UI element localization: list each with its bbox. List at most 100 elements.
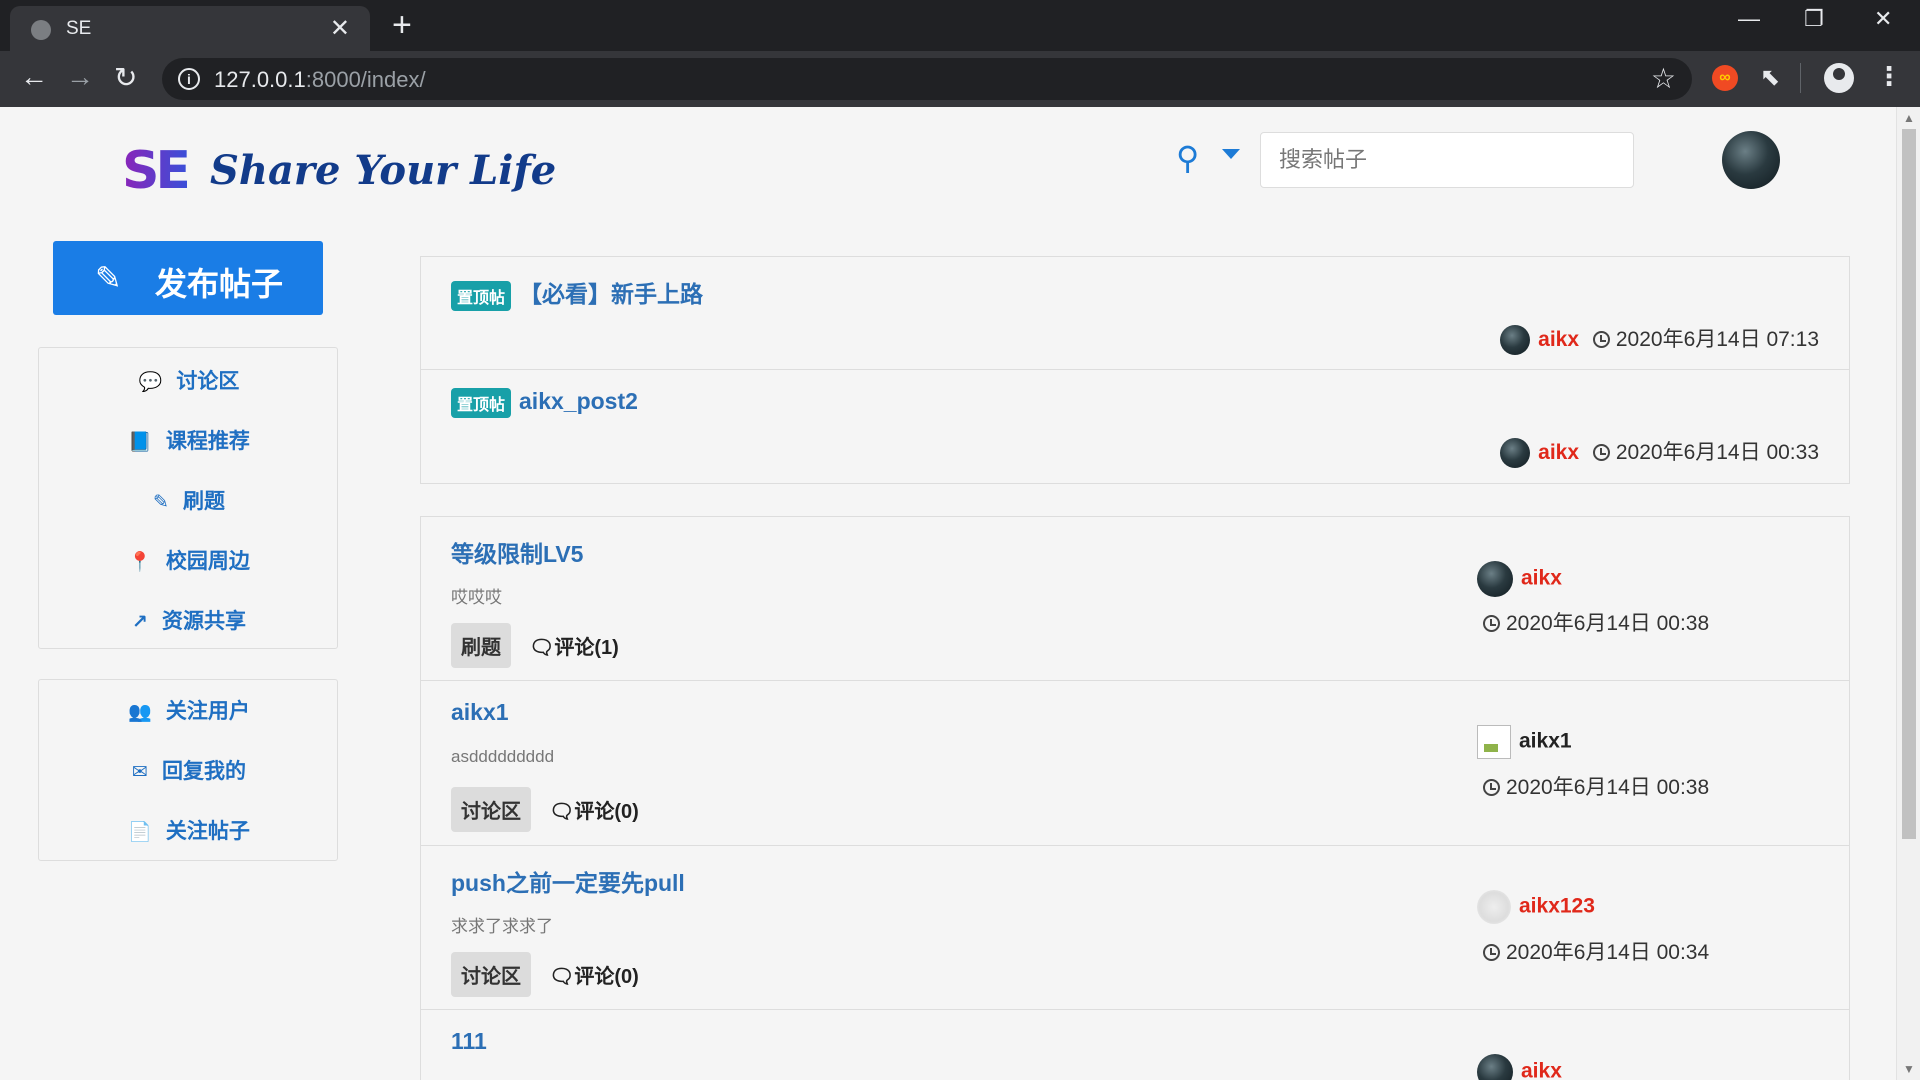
post-meta: aikx 2020年6月14日 07:13 [1500,323,1819,356]
scrollbar-thumb[interactable] [1902,129,1916,839]
clock-icon [1592,331,1610,348]
menu-item-courses[interactable]: 📘 课程推荐 [39,422,339,462]
broken-image-icon[interactable] [1477,725,1511,759]
comments-count: 评论(0) [574,966,639,988]
close-window-button[interactable]: ✕ [1874,6,1892,32]
file-icon: 📄 [128,822,152,843]
info-icon[interactable]: i [178,68,200,90]
profile-icon[interactable] [1824,63,1854,93]
menu-item-resources[interactable]: ↗ 资源共享 [39,602,339,642]
author-link[interactable]: aikx [1521,1060,1562,1080]
post-title-link[interactable]: aikx1 [451,699,509,726]
page-content: SE Share Your Life ⚲ ✎ 发布帖子 💬 讨论区 📘 课程推荐 ✎… [0,107,1896,1080]
bookmark-star-icon[interactable]: ☆ [1651,62,1676,95]
author-avatar[interactable] [1477,1054,1513,1080]
close-tab-icon[interactable]: ✕ [330,14,350,43]
scroll-up-icon[interactable]: ▲ [1903,111,1915,125]
author-avatar[interactable] [1477,890,1511,924]
post-author: aikx [1477,1054,1562,1080]
new-tab-button[interactable]: + [392,6,412,45]
post-row[interactable]: aikx1 asddddddddd 讨论区 🗨评论(0) aikx1 2020年… [421,681,1849,846]
menu-item-label: 校园周边 [165,550,250,573]
author-link[interactable]: aikx [1538,328,1579,351]
comments-link[interactable]: 🗨评论(1) [529,631,619,660]
post-title-link[interactable]: push之前一定要先pull [451,864,685,898]
author-link[interactable]: aikx [1521,567,1562,590]
scroll-down-icon[interactable]: ▼ [1903,1062,1915,1076]
book-icon: 📘 [128,432,152,453]
menu-item-label: 回复我的 [161,760,246,783]
comments-link[interactable]: 🗨评论(0) [549,960,639,989]
comment-icon: 🗨 [549,966,575,988]
pinned-post-row[interactable]: 置顶帖 aikx_post2 aikx 2020年6月14日 00:33 [421,370,1849,484]
posts-panel: 等级限制LV5 哎哎哎 刷题 🗨评论(1) aikx 2020年6月14日 00… [420,516,1850,1080]
post-author: aikx [1477,561,1562,597]
post-title-link[interactable]: 置顶帖 【必看】新手上路 [451,275,703,311]
url-text[interactable]: 127.0.0.1:8000/index/ [214,67,426,93]
author-avatar[interactable] [1500,325,1531,356]
menu-item-discussion[interactable]: 💬 讨论区 [39,362,339,402]
publish-post-label: 发布帖子 [155,266,284,302]
author-link[interactable]: aikx123 [1519,895,1595,918]
author-link[interactable]: aikx [1538,441,1579,464]
menu-kebab-icon[interactable]: ⋮ [1876,61,1902,92]
browser-tab-bar: SE ✕ + — ❐ ✕ [0,0,1920,51]
comments-icon: 💬 [138,372,163,393]
comments-link[interactable]: 🗨评论(0) [549,795,639,824]
edit-icon: ✎ [153,492,169,513]
author-link[interactable]: aikx1 [1519,730,1572,753]
category-tag[interactable]: 讨论区 [451,952,531,997]
publish-post-button[interactable]: ✎ 发布帖子 [53,241,323,315]
cursor-extension-icon[interactable]: ⬉ [1760,63,1780,92]
menu-item-campus[interactable]: 📍 校园周边 [39,542,339,582]
author-avatar[interactable] [1477,561,1513,597]
post-meta: aikx 2020年6月14日 00:33 [1500,436,1819,469]
restore-button[interactable]: ❐ [1804,6,1824,32]
post-author: aikx1 [1477,725,1572,759]
post-title-link[interactable]: 置顶帖 aikx_post2 [451,388,638,418]
post-excerpt: 求求了求求了 [451,917,553,936]
reload-icon[interactable]: ↻ [114,61,137,94]
menu-item-replies[interactable]: ✉ 回复我的 [39,752,339,792]
menu-item-followed-users[interactable]: 👥 关注用户 [39,692,339,732]
post-row[interactable]: 等级限制LV5 哎哎哎 刷题 🗨评论(1) aikx 2020年6月14日 00… [421,517,1849,681]
menu-item-label: 关注用户 [165,700,250,723]
page-scrollbar[interactable]: ▲ ▼ [1896,107,1920,1080]
post-time-meta: 2020年6月14日 00:38 [1483,607,1709,637]
clock-icon [1483,779,1500,796]
comment-icon: 🗨 [529,637,555,659]
clock-icon [1483,944,1500,961]
author-avatar[interactable] [1500,438,1531,469]
logo-tagline[interactable]: Share Your Life [210,147,556,194]
menu-item-label: 讨论区 [176,370,240,393]
menu-item-practice[interactable]: ✎ 刷题 [39,482,339,522]
post-time: 2020年6月14日 00:33 [1615,441,1819,464]
menu-item-followed-posts[interactable]: 📄 关注帖子 [39,812,339,852]
post-row[interactable]: push之前一定要先pull 求求了求求了 讨论区 🗨评论(0) aikx123… [421,846,1849,1010]
users-icon: 👥 [128,702,152,723]
minimize-button[interactable]: — [1738,6,1760,32]
comments-count: 评论(1) [554,637,619,659]
search-input[interactable] [1260,132,1634,188]
logo-mark[interactable]: SE [122,141,191,201]
pinned-badge: 置顶帖 [451,280,512,311]
search-icon[interactable]: ⚲ [1176,139,1199,177]
category-tag[interactable]: 讨论区 [451,787,531,832]
post-title-link[interactable]: 111 [451,1028,487,1055]
extension-icon[interactable]: ∞ [1712,65,1738,91]
post-title: aikx_post2 [519,388,638,415]
post-time-meta: 2020年6月14日 00:38 [1483,771,1709,801]
url-path: :8000/index/ [305,67,426,92]
post-title-link[interactable]: 等级限制LV5 [451,535,583,569]
back-arrow-icon[interactable]: ← [20,61,48,93]
forward-arrow-icon[interactable]: → [66,61,94,93]
url-host: 127.0.0.1 [214,67,306,92]
browser-tab[interactable]: SE ✕ [10,6,370,51]
address-bar[interactable]: i 127.0.0.1:8000/index/ ☆ [162,58,1692,100]
envelope-icon: ✉ [132,762,148,783]
chevron-down-icon[interactable] [1222,149,1240,159]
category-tag[interactable]: 刷题 [451,623,511,668]
post-row[interactable]: 111 aikx [421,1010,1849,1080]
user-avatar[interactable] [1722,131,1780,189]
pinned-post-row[interactable]: 置顶帖 【必看】新手上路 aikx 2020年6月14日 07:13 [421,257,1849,370]
